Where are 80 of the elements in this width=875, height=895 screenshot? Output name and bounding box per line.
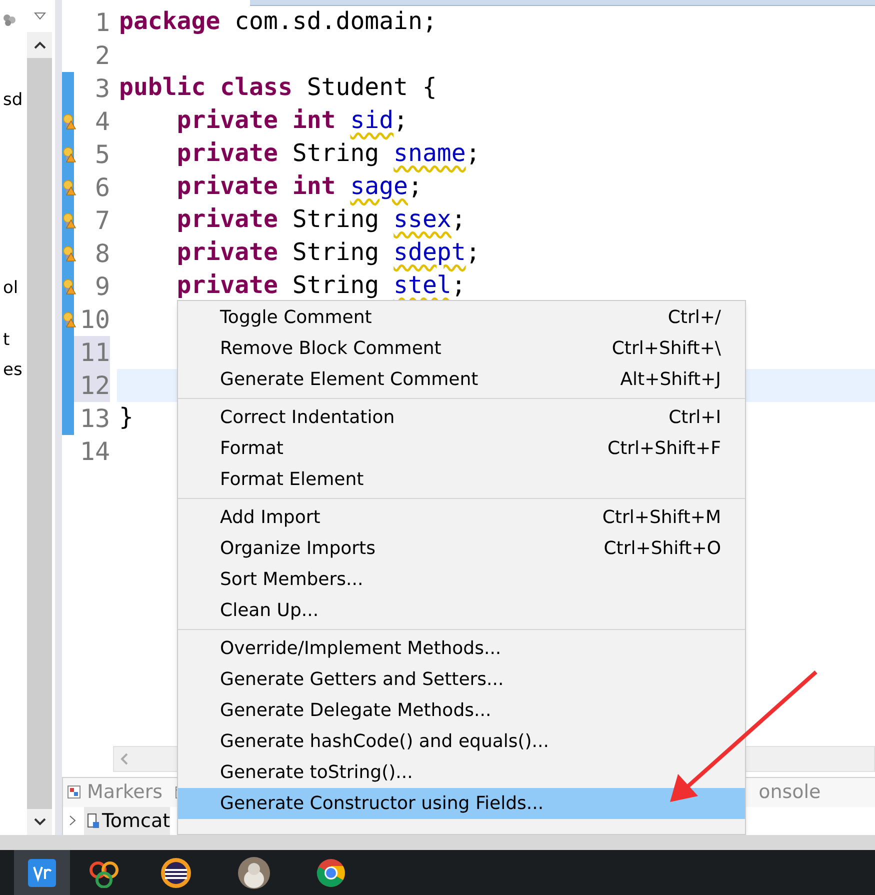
code-keyword: private int (176, 108, 337, 132)
scroll-up-icon[interactable] (34, 41, 46, 49)
menu-item[interactable]: Format Element (178, 464, 745, 495)
code-text: } (119, 405, 134, 429)
taskbar-button[interactable] (14, 850, 70, 895)
tree-item-label[interactable]: sd (3, 88, 23, 114)
line-number: 12 (80, 373, 110, 398)
code-field: sage (350, 174, 408, 198)
menu-item[interactable]: Generate toString()... (178, 757, 745, 788)
code-field: sid (350, 108, 394, 132)
code-text: ; (451, 207, 466, 231)
dropdown-icon[interactable] (34, 12, 46, 20)
code-text: ; (466, 240, 480, 264)
vertical-scrollbar[interactable] (27, 32, 52, 835)
code-text: com.sd.domain; (234, 9, 437, 33)
code-field: sname (394, 141, 466, 165)
chevron-right-icon[interactable] (69, 815, 76, 826)
warning-bulb-icon (63, 114, 76, 130)
line-number: 14 (80, 439, 110, 464)
code-text: ; (451, 273, 466, 297)
code-field: stel (394, 273, 452, 297)
menu-item[interactable]: Correct Indentation Ctrl+I (178, 402, 745, 433)
code-keyword: public class (119, 75, 292, 99)
menu-item[interactable]: Sort Members... (178, 564, 745, 595)
code-text: String (291, 141, 380, 165)
line-number: 10 (80, 307, 110, 332)
menu-item[interactable]: Add Import Ctrl+Shift+M (178, 502, 745, 533)
tree-item-label[interactable]: ol (3, 276, 18, 302)
gear-icon[interactable] (3, 14, 17, 26)
code-field: sdept (394, 240, 466, 264)
menu-item[interactable]: Generate hashCode() and equals()... (178, 726, 745, 757)
line-number: 7 (94, 208, 110, 233)
code-text: ; (466, 141, 480, 165)
tree-item-label[interactable]: t (3, 328, 10, 354)
warning-bulb-icon (63, 213, 76, 229)
eclipse-icon[interactable] (160, 856, 192, 888)
code-text: String (291, 273, 380, 297)
menu-item[interactable]: Generate Constructor using Fields... (178, 788, 745, 819)
menu-item[interactable]: Format Ctrl+Shift+F (178, 433, 745, 464)
chrome-icon[interactable] (316, 858, 346, 888)
line-number: 8 (94, 241, 110, 266)
menu-item[interactable]: Remove Block Comment Ctrl+Shift+\ (178, 333, 745, 364)
scroll-down-icon[interactable] (34, 818, 46, 826)
line-number: 5 (94, 142, 110, 167)
warning-bulb-icon (63, 246, 76, 262)
warning-bulb-icon (63, 312, 76, 328)
menu-item[interactable]: Organize Imports Ctrl+Shift+O (178, 533, 745, 564)
menu-item[interactable]: Toggle Comment Ctrl+/ (178, 302, 745, 333)
menu-item[interactable]: Generate Getters and Setters... (178, 664, 745, 695)
menu-item[interactable]: Generate Delegate Methods... (178, 695, 745, 726)
line-number: 13 (80, 406, 110, 431)
code-keyword: private (176, 240, 278, 264)
app-icon (28, 858, 56, 886)
markers-icon (67, 785, 81, 800)
warning-bulb-icon (63, 180, 76, 196)
warning-bulb-icon (63, 147, 76, 163)
line-number: 11 (80, 340, 110, 365)
warning-bulb-icon (63, 279, 76, 295)
code-text: ; (408, 174, 422, 198)
line-number: 1 (94, 10, 110, 35)
code-text: String (291, 240, 380, 264)
menu-item[interactable]: Clean Up... (178, 595, 745, 626)
code-text: String (291, 207, 380, 231)
code-keyword: package (119, 9, 220, 33)
code-text: Student { (306, 75, 437, 99)
line-number: 6 (94, 175, 110, 200)
code-keyword: private (176, 141, 278, 165)
line-number: 9 (94, 274, 110, 299)
menu-item[interactable]: Generate Element Comment Alt+Shift+J (178, 364, 745, 395)
code-keyword: private int (176, 174, 337, 198)
tree-item-label[interactable]: es (3, 358, 22, 384)
line-number: 2 (94, 43, 110, 68)
line-number: 4 (94, 109, 110, 134)
code-text: ; (394, 108, 408, 132)
code-keyword: private (176, 207, 278, 231)
code-keyword: private (176, 273, 278, 297)
menu-item[interactable]: Override/Implement Methods... (178, 633, 745, 664)
code-field: ssex (394, 207, 452, 231)
server-icon (86, 812, 100, 829)
line-number: 3 (94, 76, 110, 101)
